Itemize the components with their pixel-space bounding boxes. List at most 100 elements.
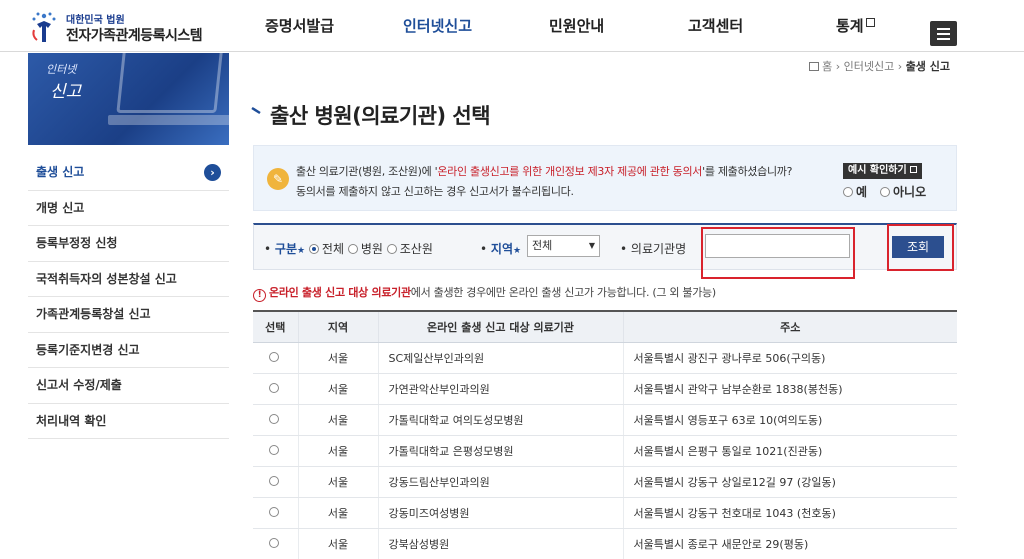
consent-no-radio[interactable]: 아니오 bbox=[880, 183, 926, 200]
consent-no-label: 아니오 bbox=[893, 185, 927, 199]
row-address: 서울특별시 종로구 새문안로 29(평동) bbox=[622, 528, 957, 559]
region-filter-label: • 지역★ bbox=[480, 242, 522, 256]
row-region: 서울 bbox=[297, 342, 378, 374]
sidebar-item-name-change[interactable]: 개명 신고 bbox=[28, 190, 229, 226]
row-select-cell[interactable] bbox=[253, 435, 298, 467]
warning-message: ! 온라인 출생 신고 대상 의료기관에서 출생한 경우에만 온라인 출생 신고가… bbox=[253, 284, 716, 302]
radio-circle-icon[interactable] bbox=[268, 414, 279, 424]
row-select-cell[interactable] bbox=[253, 528, 298, 559]
banner-line1: 인터넷 bbox=[46, 63, 77, 76]
row-address: 서울특별시 강동구 천호대로 1043 (천호동) bbox=[622, 497, 957, 529]
notice-pre: 출산 의료기관(병원, 조산원)에 ' bbox=[296, 165, 438, 178]
type-radio-midwife[interactable]: 조산원 bbox=[386, 242, 433, 256]
row-select-cell[interactable] bbox=[253, 342, 298, 374]
table-header-row: 선택 지역 온라인 출생 신고 대상 의료기관 주소 bbox=[253, 310, 957, 343]
radio-circle-icon bbox=[308, 244, 319, 254]
view-sample-button[interactable]: 예시 확인하기 bbox=[843, 163, 923, 179]
type-option-midwife: 조산원 bbox=[399, 242, 433, 256]
col-header-address: 주소 bbox=[622, 310, 957, 343]
type-radio-hospital[interactable]: 병원 bbox=[347, 242, 383, 256]
breadcrumb: 홈 › 인터넷신고 › 출생 신고 bbox=[809, 58, 950, 74]
region-select-value: 전체 bbox=[532, 239, 553, 252]
sidebar-item-family-register-creation[interactable]: 가족관계등록창설 신고 bbox=[28, 297, 229, 333]
nav-internet-report[interactable]: 인터넷신고 bbox=[403, 0, 472, 52]
type-radio-all[interactable]: 전체 bbox=[308, 242, 344, 256]
court-emblem-icon bbox=[32, 12, 56, 42]
table-row[interactable]: 서울 가톨릭대학교 여의도성모병원 서울특별시 영등포구 63로 10(여의도동) bbox=[253, 404, 957, 436]
radio-circle-icon[interactable] bbox=[268, 383, 279, 393]
logo-subtitle: 대한민국 법원 bbox=[66, 15, 125, 26]
nav-civil-guide[interactable]: 민원안내 bbox=[549, 0, 604, 52]
row-institution: 가톨릭대학교 여의도성모병원 bbox=[377, 404, 623, 436]
external-link-icon bbox=[910, 166, 918, 173]
row-select-cell[interactable] bbox=[253, 497, 298, 529]
external-link-icon bbox=[865, 18, 875, 27]
region-label: 지역 bbox=[490, 242, 513, 256]
document-pen-icon: ✎ bbox=[267, 168, 289, 190]
table-row[interactable]: 서울 강동미즈여성병원 서울특별시 강동구 천호대로 1043 (천호동) bbox=[253, 497, 957, 529]
radio-circle-icon[interactable] bbox=[268, 507, 279, 517]
col-header-select: 선택 bbox=[253, 310, 298, 343]
menu-bar-icon bbox=[937, 38, 950, 40]
notice-line1: 출산 의료기관(병원, 조산원)에 '온라인 출생신고를 위한 개인정보 제3자… bbox=[296, 163, 792, 179]
row-institution: 강동미즈여성병원 bbox=[377, 497, 623, 529]
radio-circle-icon[interactable] bbox=[268, 476, 279, 486]
page-title: 출산 병원(의료기관) 선택 bbox=[270, 104, 491, 128]
row-institution: 강동드림산부인과의원 bbox=[377, 466, 623, 498]
row-institution: 강북삼성병원 bbox=[377, 528, 623, 559]
required-star-icon: ★ bbox=[513, 246, 522, 256]
warning-rest: 에서 출생한 경우에만 온라인 출생 신고가 가능합니다. (그 외 불가능) bbox=[410, 286, 716, 299]
table-row[interactable]: 서울 강동드림산부인과의원 서울특별시 강동구 상일로12길 97 (강일동) bbox=[253, 466, 957, 498]
nav-statistics[interactable]: 통계 bbox=[836, 0, 875, 52]
table-row[interactable]: 서울 가톨릭대학교 은평성모병원 서울특별시 은평구 통일로 1021(진관동) bbox=[253, 435, 957, 467]
hamburger-menu-button[interactable] bbox=[930, 21, 957, 46]
row-select-cell[interactable] bbox=[253, 404, 298, 436]
nav-customer-center[interactable]: 고객센터 bbox=[688, 0, 743, 52]
site-logo[interactable]: 대한민국 법원 전자가족관계등록시스템 bbox=[28, 8, 228, 46]
row-address: 서울특별시 강동구 상일로12길 97 (강일동) bbox=[622, 466, 957, 498]
table-row[interactable]: 서울 가연관악산부인과의원 서울특별시 관악구 남부순환로 1838(봉천동) bbox=[253, 373, 957, 405]
breadcrumb-sep: › bbox=[897, 60, 903, 73]
row-region: 서울 bbox=[297, 404, 378, 436]
chevron-right-icon: › bbox=[204, 164, 221, 181]
row-region: 서울 bbox=[297, 497, 378, 529]
radio-circle-icon bbox=[386, 244, 397, 254]
radio-circle-icon bbox=[347, 244, 358, 254]
row-select-cell[interactable] bbox=[253, 373, 298, 405]
warning-highlight: 온라인 출생 신고 대상 의료기관 bbox=[269, 286, 411, 299]
notice-line2: 동의서를 제출하지 않고 신고하는 경우 신고서가 불수리됩니다. bbox=[296, 185, 574, 198]
table-row[interactable]: 서울 강북삼성병원 서울특별시 종로구 새문안로 29(평동) bbox=[253, 528, 957, 559]
notice-highlight: 온라인 출생신고를 위한 개인정보 제3자 제공에 관한 동의서 bbox=[437, 165, 703, 178]
institution-name-label: • 의료기관명 bbox=[620, 242, 687, 256]
nav-certificate[interactable]: 증명서발급 bbox=[265, 0, 334, 52]
sidebar-nav: 출생 신고 › 개명 신고 등록부정정 신청 국적취득자의 성본창설 신고 가족관… bbox=[28, 155, 229, 439]
radio-circle-icon[interactable] bbox=[268, 352, 279, 362]
exclamation-icon: ! bbox=[253, 289, 266, 302]
col-header-institution: 온라인 출생 신고 대상 의료기관 bbox=[377, 310, 623, 343]
sidebar-item-history[interactable]: 처리내역 확인 bbox=[28, 403, 229, 439]
radio-circle-icon[interactable] bbox=[268, 445, 279, 455]
radio-circle-icon[interactable] bbox=[268, 538, 279, 548]
sidebar-item-register-correction[interactable]: 등록부정정 신청 bbox=[28, 226, 229, 262]
sidebar-banner: 인터넷 신고 bbox=[28, 53, 229, 145]
view-sample-label: 예시 확인하기 bbox=[848, 165, 907, 176]
breadcrumb-home[interactable]: 홈 bbox=[822, 60, 832, 73]
highlight-box-input bbox=[701, 227, 855, 279]
laptop-base-icon bbox=[108, 115, 229, 125]
type-option-hospital: 병원 bbox=[360, 242, 383, 256]
sidebar-item-birth-report[interactable]: 출생 신고 › bbox=[28, 155, 229, 191]
breadcrumb-mid[interactable]: 인터넷신고 bbox=[844, 60, 895, 73]
radio-circle-icon bbox=[880, 187, 890, 197]
row-select-cell[interactable] bbox=[253, 466, 298, 498]
banner-line2: 신고 bbox=[50, 82, 82, 102]
search-button[interactable]: 조회 bbox=[892, 236, 944, 258]
sidebar-item-surname-creation[interactable]: 국적취득자의 성본창설 신고 bbox=[28, 261, 229, 297]
sidebar-item-base-change[interactable]: 등록기준지변경 신고 bbox=[28, 332, 229, 368]
consent-yes-radio[interactable]: 예 bbox=[843, 183, 867, 200]
region-select[interactable]: 전체 ▼ bbox=[527, 235, 600, 257]
logo-title: 전자가족관계등록시스템 bbox=[66, 28, 203, 44]
table-row[interactable]: 서울 SC제일산부인과의원 서울특별시 광진구 광나루로 506(구의동) bbox=[253, 342, 957, 374]
sidebar-item-report-edit[interactable]: 신고서 수정/제출 bbox=[28, 368, 229, 404]
row-region: 서울 bbox=[297, 528, 378, 559]
title-bullet-icon bbox=[251, 106, 261, 115]
